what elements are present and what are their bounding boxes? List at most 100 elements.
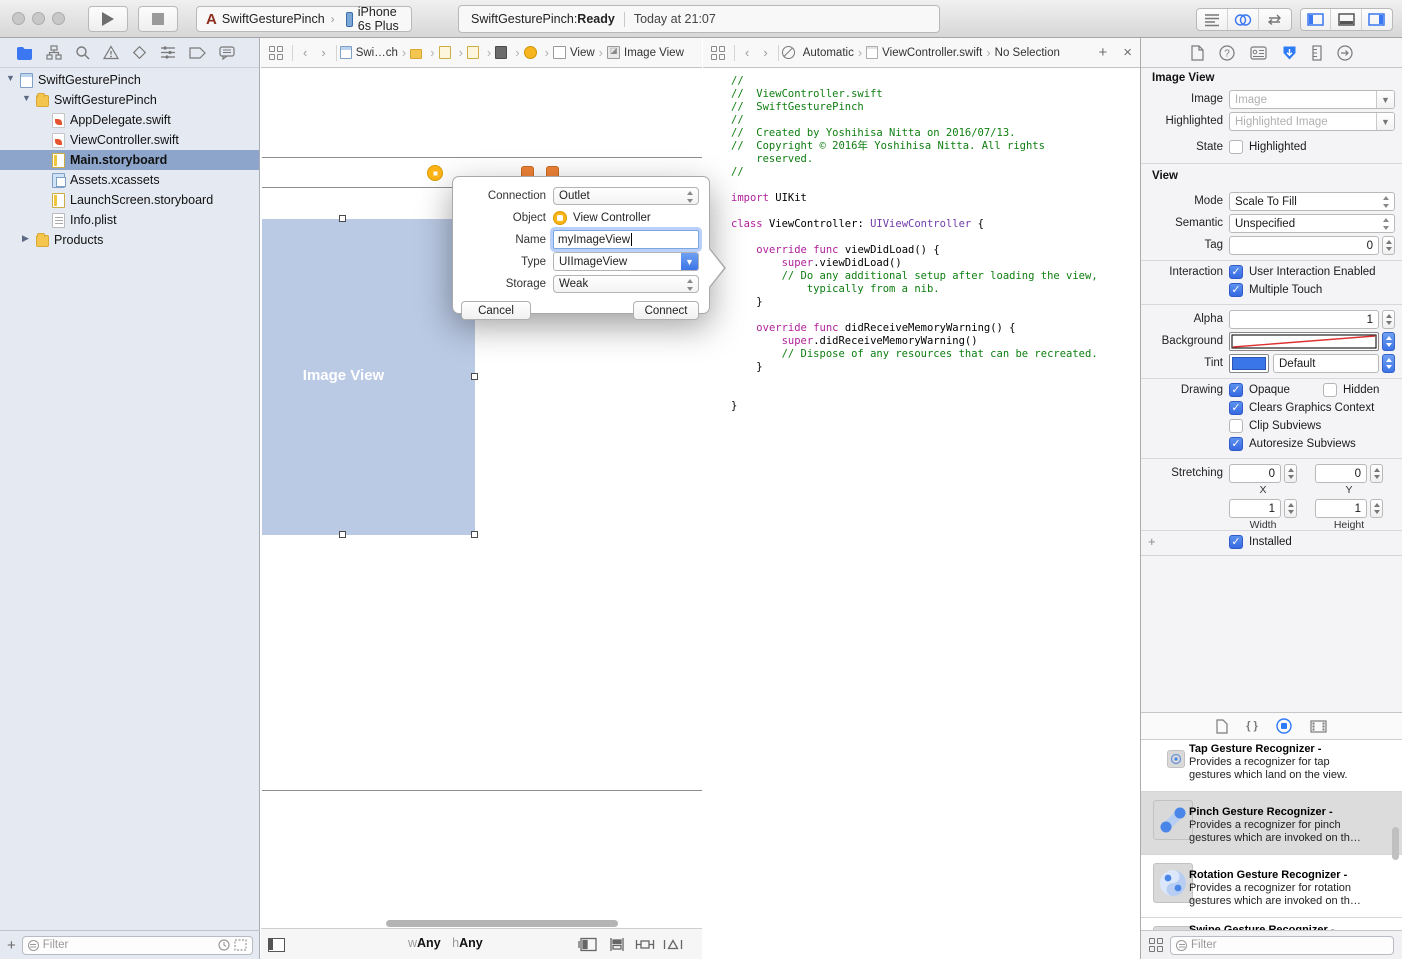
related-items-icon[interactable]	[711, 46, 725, 60]
nav-item-viewcontroller-swift[interactable]: ViewController.swift	[0, 130, 259, 150]
add-assistant-editor-button[interactable]: +	[1090, 44, 1115, 61]
object-library-icon[interactable]	[1276, 718, 1292, 734]
stretch-x-stepper[interactable]	[1284, 464, 1297, 483]
multiple-touch-checkbox[interactable]: ✓	[1229, 283, 1243, 297]
installed-checkbox[interactable]: ✓	[1229, 535, 1243, 549]
standard-editor-button[interactable]	[1197, 9, 1228, 30]
source-editor[interactable]: //// ViewController.swift// SwiftGesture…	[703, 68, 1140, 959]
nav-item-assets-xcassets[interactable]: Assets.xcassets	[0, 170, 259, 190]
autoresize-checkbox[interactable]: ✓	[1229, 437, 1243, 451]
stretch-height-field[interactable]: 1	[1315, 499, 1367, 518]
file-template-library-icon[interactable]	[1216, 719, 1228, 734]
folder-icon[interactable]	[410, 49, 422, 59]
connect-button[interactable]: Connect	[633, 301, 699, 320]
stretch-height-stepper[interactable]	[1370, 499, 1383, 518]
resize-handle-bottom[interactable]	[339, 531, 346, 538]
disclosure-triangle[interactable]: ▼	[6, 73, 15, 83]
type-combo[interactable]: UIImageView ▼	[553, 252, 699, 271]
library-grid-view-icon[interactable]	[1149, 938, 1163, 952]
run-button[interactable]	[88, 6, 128, 32]
highlighted-combo[interactable]: Highlighted Image ▼	[1229, 112, 1395, 131]
view-controller-icon[interactable]	[524, 46, 537, 59]
identity-inspector-icon[interactable]	[1250, 46, 1267, 60]
library-filter-field[interactable]: Filter	[1170, 936, 1394, 955]
resize-handle-bottom-right[interactable]	[471, 531, 478, 538]
document-outline-toggle[interactable]	[268, 938, 285, 952]
issue-navigator-icon[interactable]	[103, 45, 119, 60]
mode-popup[interactable]: Scale To Fill	[1229, 192, 1395, 211]
tag-stepper[interactable]	[1382, 236, 1395, 255]
version-editor-button[interactable]	[1259, 9, 1290, 30]
toggle-navigator-button[interactable]	[1301, 9, 1331, 30]
pin-constraints-button[interactable]	[635, 937, 655, 952]
alpha-stepper[interactable]	[1382, 310, 1395, 329]
connection-popup[interactable]: Outlet	[553, 187, 699, 205]
user-interaction-checkbox[interactable]: ✓	[1229, 265, 1243, 279]
test-navigator-icon[interactable]	[132, 45, 147, 60]
breadcrumb-file[interactable]: ViewController.swift	[882, 47, 982, 59]
resolve-autolayout-button[interactable]	[663, 937, 683, 952]
nav-item-appdelegate-swift[interactable]: AppDelegate.swift	[0, 110, 259, 130]
assistant-editor-button[interactable]	[1228, 9, 1259, 30]
resize-handle-right[interactable]	[471, 373, 478, 380]
back-button[interactable]: ‹	[296, 45, 314, 60]
tint-dropdown[interactable]	[1382, 354, 1395, 373]
scheme-name[interactable]: SwiftGesturePinch	[222, 12, 325, 26]
background-dropdown[interactable]	[1382, 332, 1395, 351]
hidden-checkbox[interactable]	[1323, 383, 1337, 397]
add-button[interactable]: +	[7, 937, 16, 954]
chevron-down-icon[interactable]: ▼	[681, 253, 698, 270]
clip-subviews-checkbox[interactable]	[1229, 419, 1243, 433]
scene-dock-view-controller-icon[interactable]	[427, 165, 443, 181]
semantic-popup[interactable]: Unspecified	[1229, 214, 1395, 233]
alpha-field[interactable]: 1	[1229, 310, 1379, 329]
close-window-button[interactable]	[12, 12, 25, 25]
code-snippet-library-icon[interactable]: { }	[1246, 720, 1258, 732]
debug-navigator-icon[interactable]	[160, 46, 176, 59]
breadcrumb-view[interactable]: View	[570, 47, 595, 59]
background-color-well[interactable]	[1229, 332, 1379, 351]
nav-item-main-storyboard[interactable]: Main.storyboard	[0, 150, 259, 170]
tag-field[interactable]: 0	[1229, 236, 1379, 255]
nav-item-info-plist[interactable]: Info.plist	[0, 210, 259, 230]
embed-in-stack-button[interactable]	[578, 937, 598, 952]
recent-files-clock-icon[interactable]	[218, 939, 230, 951]
stretch-x-field[interactable]: 0	[1229, 464, 1281, 483]
report-navigator-icon[interactable]	[219, 46, 235, 60]
search-navigator-icon[interactable]	[75, 45, 90, 60]
name-input[interactable]: myImageView	[553, 230, 699, 249]
toggle-utilities-button[interactable]	[1362, 9, 1392, 30]
symbol-navigator-icon[interactable]	[46, 45, 62, 60]
forward-button[interactable]: ›	[756, 45, 774, 60]
scene-icon[interactable]	[495, 46, 507, 59]
breadcrumb-mode[interactable]: Automatic	[803, 47, 854, 59]
nav-item-products[interactable]: ▶Products	[0, 230, 259, 250]
file-inspector-icon[interactable]	[1191, 45, 1204, 61]
library-scrollbar[interactable]	[1392, 827, 1399, 860]
stretch-y-field[interactable]: 0	[1315, 464, 1367, 483]
disclosure-triangle[interactable]: ▼	[22, 93, 31, 103]
breadcrumb-project[interactable]: Swi…ch	[356, 47, 398, 59]
destination-name[interactable]: iPhone 6s Plus	[358, 5, 411, 33]
minimize-window-button[interactable]	[32, 12, 45, 25]
breadcrumb-image-view[interactable]: Image View	[624, 47, 684, 59]
canvas-horizontal-scrollbar[interactable]	[386, 920, 618, 927]
library-item-swipe-gesture-recognizer[interactable]: Swipe Gesture Recognizer -	[1141, 918, 1402, 930]
storyboard-doc-icon[interactable]	[467, 46, 479, 59]
image-view[interactable]: Image View	[262, 219, 475, 535]
library-item-pinch-gesture-recognizer[interactable]: Pinch Gesture Recognizer -Provides a rec…	[1141, 792, 1402, 855]
quick-help-inspector-icon[interactable]: ?	[1219, 45, 1235, 61]
attributes-inspector-icon[interactable]	[1282, 45, 1297, 61]
stretch-width-field[interactable]: 1	[1229, 499, 1281, 518]
opaque-checkbox[interactable]: ✓	[1229, 383, 1243, 397]
disclosure-triangle[interactable]: ▶	[22, 233, 29, 244]
stretch-width-stepper[interactable]	[1284, 499, 1297, 518]
library-item-rotation-gesture-recognizer[interactable]: Rotation Gesture Recognizer -Provides a …	[1141, 855, 1402, 918]
zoom-window-button[interactable]	[52, 12, 65, 25]
tint-color-well[interactable]	[1229, 354, 1269, 373]
size-inspector-icon[interactable]	[1312, 45, 1322, 61]
project-navigator-icon[interactable]	[16, 46, 33, 60]
library-item-tap-gesture-recognizer[interactable]: Tap Gesture Recognizer -Provides a recog…	[1141, 741, 1402, 792]
media-library-icon[interactable]	[1310, 720, 1327, 733]
nav-item-swiftgesturepinch[interactable]: ▼SwiftGesturePinch	[0, 90, 259, 110]
